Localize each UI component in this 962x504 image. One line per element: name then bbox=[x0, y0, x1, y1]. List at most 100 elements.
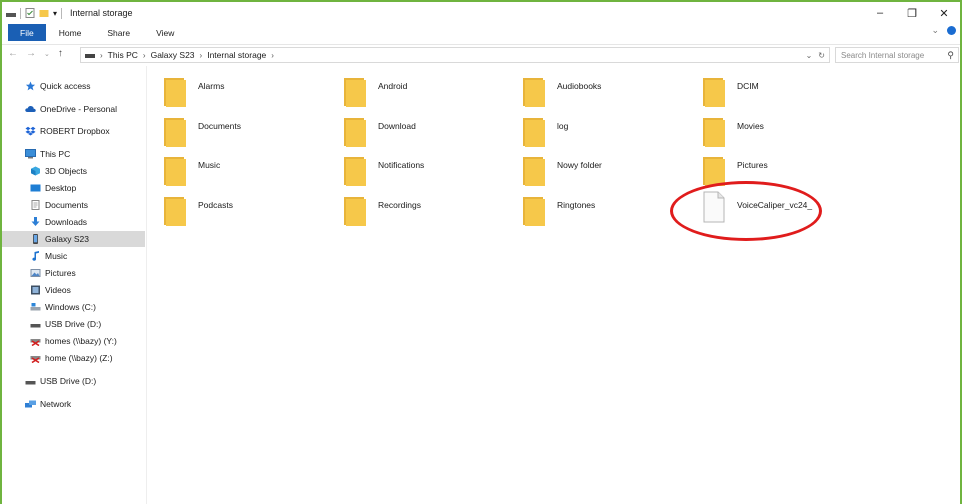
tab-share[interactable]: Share bbox=[94, 24, 143, 41]
folder-icon bbox=[164, 197, 186, 226]
folder-item-music[interactable]: Music bbox=[164, 154, 334, 188]
breadcrumb-internal-storage[interactable]: Internal storage bbox=[207, 50, 266, 60]
file-list-area: Alarms Android Audiobooks DCIM Documents… bbox=[148, 66, 960, 504]
desktop-icon bbox=[30, 184, 41, 192]
sidebar-item-3d-objects[interactable]: 3D Objects bbox=[2, 163, 145, 179]
title-bar: ▾ Internal storage – ❐ ✕ bbox=[2, 2, 960, 24]
sidebar-item-documents[interactable]: Documents bbox=[2, 197, 145, 213]
chevron-right-icon[interactable]: › bbox=[100, 51, 103, 60]
minimize-button[interactable]: – bbox=[864, 2, 896, 24]
sidebar-item-pictures[interactable]: Pictures bbox=[2, 265, 145, 281]
up-arrow-icon[interactable]: ↑ bbox=[58, 48, 63, 59]
quick-access-toolbar: ▾ Internal storage bbox=[6, 6, 133, 20]
folder-item-ringtones[interactable]: Ringtones bbox=[523, 194, 693, 228]
sidebar-item-usb-drive-d[interactable]: USB Drive (D:) bbox=[2, 316, 145, 332]
folder-item-nowy-folder[interactable]: Nowy folder bbox=[523, 154, 693, 188]
navigation-pane: Quick access OneDrive - Personal ROBERT … bbox=[2, 66, 147, 504]
back-arrow-icon[interactable]: ← bbox=[8, 48, 18, 59]
address-bar[interactable]: › This PC › Galaxy S23 › Internal storag… bbox=[80, 47, 830, 63]
customize-toolbar-icon[interactable]: ▾ bbox=[53, 9, 57, 18]
sidebar-item-quick-access[interactable]: Quick access bbox=[2, 78, 145, 94]
window-controls: – ❐ ✕ bbox=[864, 2, 960, 24]
folder-item-download[interactable]: Download bbox=[344, 115, 514, 149]
pictures-icon bbox=[30, 269, 41, 277]
sidebar-item-windows-c[interactable]: Windows (C:) bbox=[2, 299, 145, 315]
cloud-icon bbox=[25, 105, 36, 112]
folder-icon bbox=[344, 157, 366, 186]
folder-item-android[interactable]: Android bbox=[344, 75, 514, 109]
help-icon[interactable] bbox=[947, 26, 956, 35]
sidebar-item-onedrive[interactable]: OneDrive - Personal bbox=[2, 101, 145, 117]
video-icon bbox=[31, 285, 40, 295]
folder-icon bbox=[164, 118, 186, 147]
address-dropdown-icon[interactable]: ⌄ bbox=[806, 51, 813, 60]
expand-ribbon-icon[interactable]: ⌄ bbox=[931, 25, 939, 36]
sidebar-item-home-z[interactable]: home (\\bazy) (Z:) bbox=[2, 350, 145, 366]
folder-icon bbox=[523, 197, 545, 226]
properties-icon[interactable] bbox=[25, 8, 35, 18]
file-name: Android bbox=[378, 81, 408, 91]
close-button[interactable]: ✕ bbox=[928, 2, 960, 24]
drive-icon bbox=[30, 303, 41, 311]
folder-icon bbox=[703, 118, 725, 147]
folder-item-alarms[interactable]: Alarms bbox=[164, 75, 334, 109]
phone-icon bbox=[33, 234, 38, 244]
tab-home[interactable]: Home bbox=[46, 24, 95, 41]
folder-icon bbox=[344, 197, 366, 226]
sidebar-item-galaxy-s23[interactable]: Galaxy S23 bbox=[2, 231, 145, 247]
search-icon[interactable]: ⚲ bbox=[947, 50, 954, 61]
sidebar-item-homes-y[interactable]: homes (\\bazy) (Y:) bbox=[2, 333, 145, 349]
chevron-right-icon[interactable]: › bbox=[143, 51, 146, 60]
cube-icon bbox=[31, 166, 40, 176]
tab-file[interactable]: File bbox=[8, 24, 46, 41]
file-name: Download bbox=[378, 121, 416, 131]
sidebar-item-this-pc[interactable]: This PC bbox=[2, 146, 145, 162]
folder-icon bbox=[703, 157, 725, 186]
sidebar-item-network[interactable]: Network bbox=[2, 396, 145, 412]
folder-item-documents[interactable]: Documents bbox=[164, 115, 334, 149]
chevron-right-icon[interactable]: › bbox=[271, 51, 274, 60]
folder-icon bbox=[164, 78, 186, 107]
new-folder-icon[interactable] bbox=[39, 8, 49, 18]
breadcrumb-this-pc[interactable]: This PC bbox=[108, 50, 138, 60]
music-icon bbox=[32, 251, 39, 261]
chevron-right-icon[interactable]: › bbox=[200, 51, 203, 60]
restore-button[interactable]: ❐ bbox=[896, 2, 928, 24]
network-icon bbox=[25, 400, 36, 408]
sidebar-item-downloads[interactable]: Downloads bbox=[2, 214, 145, 230]
folder-icon bbox=[523, 118, 545, 147]
file-name: Podcasts bbox=[198, 200, 233, 210]
sidebar-item-music[interactable]: Music bbox=[2, 248, 145, 264]
folder-item-dcim[interactable]: DCIM bbox=[703, 75, 873, 109]
device-icon bbox=[85, 54, 95, 58]
recent-locations-icon[interactable]: ⌄ bbox=[44, 50, 50, 58]
folder-item-recordings[interactable]: Recordings bbox=[344, 194, 514, 228]
folder-item-log[interactable]: log bbox=[523, 115, 693, 149]
star-icon bbox=[25, 81, 36, 91]
search-input[interactable]: Search Internal storage ⚲ bbox=[835, 47, 959, 63]
folder-icon bbox=[164, 157, 186, 186]
file-name: Pictures bbox=[737, 160, 768, 170]
annotation-circle bbox=[670, 181, 822, 241]
folder-item-movies[interactable]: Movies bbox=[703, 115, 873, 149]
search-placeholder: Search Internal storage bbox=[841, 50, 925, 60]
file-name: DCIM bbox=[737, 81, 759, 91]
sidebar-item-desktop[interactable]: Desktop bbox=[2, 180, 145, 196]
folder-item-notifications[interactable]: Notifications bbox=[344, 154, 514, 188]
tab-view[interactable]: View bbox=[143, 24, 187, 41]
dropbox-icon bbox=[25, 126, 36, 136]
file-name: Documents bbox=[198, 121, 241, 131]
sidebar-item-usb-drive-d-root[interactable]: USB Drive (D:) bbox=[2, 373, 145, 389]
forward-arrow-icon[interactable]: → bbox=[26, 48, 36, 59]
sidebar-item-videos[interactable]: Videos bbox=[2, 282, 145, 298]
folder-item-podcasts[interactable]: Podcasts bbox=[164, 194, 334, 228]
file-name: Recordings bbox=[378, 200, 421, 210]
file-name: Ringtones bbox=[557, 200, 596, 210]
sidebar-item-dropbox[interactable]: ROBERT Dropbox bbox=[2, 123, 145, 139]
folder-icon bbox=[703, 78, 725, 107]
refresh-icon[interactable]: ↻ bbox=[818, 51, 825, 60]
window-title: Internal storage bbox=[70, 8, 133, 18]
window-icon bbox=[6, 13, 16, 17]
folder-item-audiobooks[interactable]: Audiobooks bbox=[523, 75, 693, 109]
breadcrumb-galaxy-s23[interactable]: Galaxy S23 bbox=[151, 50, 195, 60]
